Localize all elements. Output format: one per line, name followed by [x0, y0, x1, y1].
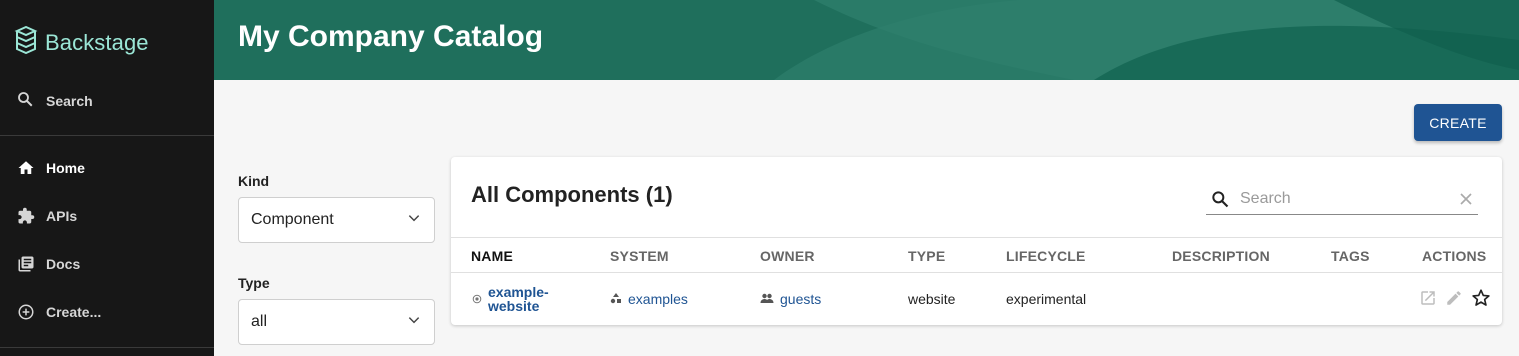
- column-header-name[interactable]: NAME: [471, 248, 513, 264]
- column-header-actions: ACTIONS: [1422, 248, 1487, 264]
- column-header-tags[interactable]: TAGS: [1331, 248, 1370, 264]
- column-header-system[interactable]: SYSTEM: [610, 248, 669, 264]
- sidebar-item-docs[interactable]: Docs: [16, 254, 80, 274]
- sidebar-search-label: Search: [46, 92, 93, 109]
- column-header-type[interactable]: TYPE: [908, 248, 945, 264]
- create-button[interactable]: CREATE: [1414, 104, 1502, 141]
- sidebar-item-apis[interactable]: APIs: [16, 206, 77, 226]
- table-title: All Components (1): [471, 182, 673, 207]
- library-icon: [16, 254, 36, 274]
- logo-text: Backstage: [45, 29, 149, 55]
- component-name-line2: website: [488, 298, 540, 314]
- sidebar-divider: [0, 135, 214, 136]
- open-external-icon[interactable]: [1417, 287, 1439, 309]
- components-table-card: All Components (1) NAME SYSTEM OWNER TYP…: [451, 157, 1502, 325]
- type-filter-value: all: [251, 313, 268, 330]
- sidebar-item-create[interactable]: Create...: [16, 302, 101, 322]
- sidebar-item-label: Docs: [46, 256, 81, 272]
- kind-filter-select[interactable]: Component: [238, 197, 435, 243]
- owner-link[interactable]: guests: [780, 291, 821, 307]
- kind-filter-label: Kind: [238, 173, 270, 189]
- page-title: My Company Catalog: [238, 20, 544, 53]
- sidebar-divider: [0, 347, 214, 348]
- group-icon: [760, 291, 774, 307]
- table-row: example- website examples guests website…: [451, 273, 1502, 325]
- sidebar: Backstage Search Home APIs Docs Create..…: [0, 0, 214, 356]
- search-icon: [1210, 189, 1230, 209]
- column-header-owner[interactable]: OWNER: [760, 248, 815, 264]
- type-filter-label: Type: [238, 275, 270, 291]
- kind-filter-value: Component: [251, 211, 334, 228]
- lifecycle-cell: experimental: [1006, 291, 1087, 307]
- name-cell: example- website: [472, 285, 549, 313]
- column-header-description[interactable]: DESCRIPTION: [1172, 248, 1270, 264]
- sidebar-item-home[interactable]: Home: [16, 158, 85, 178]
- backstage-logo[interactable]: Backstage: [14, 25, 149, 59]
- type-cell: website: [908, 291, 956, 307]
- close-icon[interactable]: [1456, 189, 1476, 209]
- system-link[interactable]: examples: [628, 291, 688, 307]
- backstage-logo-icon: [14, 25, 38, 59]
- home-icon: [16, 158, 36, 178]
- column-header-lifecycle[interactable]: LIFECYCLE: [1006, 248, 1086, 264]
- chevron-down-icon: [406, 312, 422, 333]
- edit-icon[interactable]: [1443, 287, 1465, 309]
- component-icon: [472, 291, 482, 307]
- table-search: [1206, 183, 1478, 215]
- sidebar-item-label: Create...: [46, 304, 102, 320]
- star-icon[interactable]: [1470, 287, 1492, 309]
- component-name-link[interactable]: example- website: [488, 285, 549, 313]
- owner-cell: guests: [760, 291, 821, 307]
- puzzle-icon: [16, 206, 36, 226]
- sidebar-search[interactable]: Search: [16, 90, 93, 111]
- sidebar-item-label: APIs: [46, 208, 78, 224]
- search-icon: [16, 90, 34, 111]
- table-header: NAME SYSTEM OWNER TYPE LIFECYCLE DESCRIP…: [451, 237, 1502, 273]
- system-cell: examples: [610, 291, 688, 307]
- chevron-down-icon: [406, 210, 422, 231]
- add-circle-icon: [16, 302, 36, 322]
- page-header: My Company Catalog: [214, 0, 1519, 80]
- table-search-input[interactable]: [1240, 189, 1456, 208]
- sidebar-item-label: Home: [46, 160, 85, 176]
- type-filter-select[interactable]: all: [238, 299, 435, 345]
- system-icon: [610, 291, 622, 307]
